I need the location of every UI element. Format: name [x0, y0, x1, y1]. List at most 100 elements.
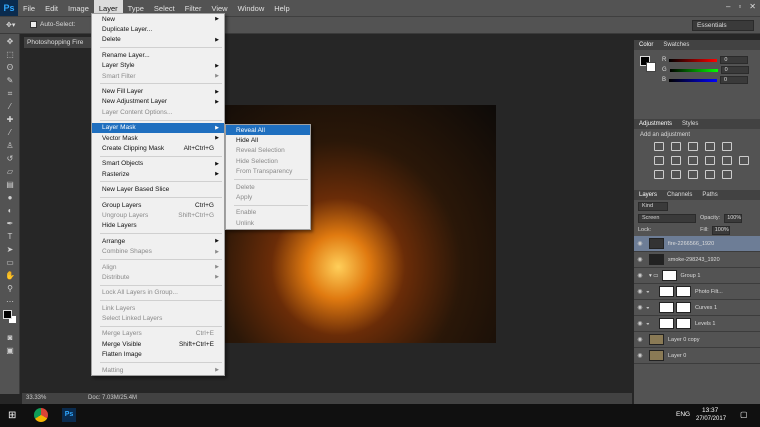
menu-item-hide-layers[interactable]: Hide Layers — [92, 221, 224, 231]
lasso-tool-icon[interactable]: ʘ — [3, 62, 17, 73]
tab-styles[interactable]: Styles — [682, 119, 698, 129]
channel-mixer-icon[interactable] — [722, 156, 732, 165]
workspace-dropdown[interactable]: Essentials — [692, 20, 754, 31]
menu-item-vector-mask[interactable]: Vector Mask ▶ — [92, 133, 224, 143]
shape-tool-icon[interactable]: ▭ — [3, 257, 17, 268]
menu-item-distribute[interactable]: Distribute ▶ — [92, 272, 224, 282]
kind-filter[interactable]: Kind — [638, 201, 668, 211]
clone-stamp-tool-icon[interactable]: ♙ — [3, 140, 17, 151]
type-tool-icon[interactable]: T — [3, 231, 17, 242]
layer-row[interactable]: ◉ Layer 0 copy — [634, 332, 760, 348]
screen-mode-icon[interactable]: ▣ — [3, 345, 17, 356]
visibility-eye-icon[interactable]: ◉ — [634, 336, 646, 343]
eraser-tool-icon[interactable]: ▱ — [3, 166, 17, 177]
move-tool-icon[interactable]: ✥ — [3, 36, 17, 47]
menu-item-apply[interactable]: Apply — [226, 192, 310, 202]
menu-item-merge-visible[interactable]: Merge Visible Shift+Ctrl+E — [92, 339, 224, 349]
visibility-eye-icon[interactable]: ◉ — [634, 288, 646, 295]
gradient-map-icon[interactable] — [705, 170, 715, 179]
menu-item-layer-content-options[interactable]: Layer Content Options... — [92, 107, 224, 117]
selective-color-icon[interactable] — [722, 170, 732, 179]
quick-mask-icon[interactable]: ◙ — [3, 332, 17, 343]
visibility-eye-icon[interactable]: ◉ — [634, 240, 646, 247]
healing-tool-icon[interactable]: ✚ — [3, 114, 17, 125]
curves-icon[interactable] — [688, 142, 698, 151]
marquee-tool-icon[interactable]: ⬚ — [3, 49, 17, 60]
layer-row[interactable]: ◉ ▾ ▭ Group 1 — [634, 268, 760, 284]
path-select-tool-icon[interactable]: ➤ — [3, 244, 17, 255]
vibrance-icon[interactable] — [722, 142, 732, 151]
tab-paths[interactable]: Paths — [702, 190, 717, 200]
layer-name[interactable]: Curves 1 — [695, 305, 717, 311]
menu-item-link-layers[interactable]: Link Layers — [92, 303, 224, 313]
menu-item-merge-layers[interactable]: Merge Layers Ctrl+E — [92, 329, 224, 339]
layer-mask-thumbnail[interactable] — [676, 286, 691, 297]
green-slider[interactable]: G0 — [662, 66, 749, 74]
eyedropper-tool-icon[interactable]: ⁄ — [3, 101, 17, 112]
menu-item-new[interactable]: New ▶ — [92, 14, 224, 24]
menu-help[interactable]: Help — [269, 0, 294, 16]
brightness-icon[interactable] — [654, 142, 664, 151]
menu-item-reveal-selection[interactable]: Reveal Selection — [226, 146, 310, 156]
menu-item-rasterize[interactable]: Rasterize ▶ — [92, 169, 224, 179]
exposure-icon[interactable] — [705, 142, 715, 151]
auto-select-checkbox[interactable] — [30, 21, 37, 28]
menu-file[interactable]: File — [18, 0, 40, 16]
hue-sat-icon[interactable] — [654, 156, 664, 165]
visibility-eye-icon[interactable]: ◉ — [634, 272, 646, 279]
photo-filter-icon[interactable] — [705, 156, 715, 165]
move-tool-icon[interactable]: ✥▾ — [6, 21, 15, 29]
visibility-eye-icon[interactable]: ◉ — [634, 320, 646, 327]
minimize-icon[interactable]: – — [726, 2, 730, 11]
opacity-field[interactable]: 100% — [724, 213, 743, 223]
menu-item-new-adjustment-layer[interactable]: New Adjustment Layer ▶ — [92, 97, 224, 107]
menu-item-select-linked-layers[interactable]: Select Linked Layers — [92, 313, 224, 323]
menu-item-group-layers[interactable]: Group Layers Ctrl+G — [92, 200, 224, 210]
menu-item-align[interactable]: Align ▶ — [92, 262, 224, 272]
red-slider[interactable]: R0 — [662, 56, 749, 64]
crop-tool-icon[interactable]: ⌗ — [3, 88, 17, 99]
photoshop-taskbar-icon[interactable]: Ps — [62, 408, 76, 422]
layer-name[interactable]: smoke-298243_1920 — [668, 257, 720, 263]
menu-window[interactable]: Window — [233, 0, 270, 16]
document-tab[interactable]: Photoshopping Fire — [24, 37, 92, 48]
hand-tool-icon[interactable]: ✋ — [3, 270, 17, 281]
menu-item-enable[interactable]: Enable — [226, 208, 310, 218]
menu-item-delete[interactable]: Delete ▶ — [92, 35, 224, 45]
menu-item-smart-objects[interactable]: Smart Objects ▶ — [92, 159, 224, 169]
tab-adjustments[interactable]: Adjustments — [639, 119, 672, 129]
dodge-tool-icon[interactable]: ◐ — [3, 205, 17, 216]
menu-item-combine-shapes[interactable]: Combine Shapes ▶ — [92, 246, 224, 256]
layer-row[interactable]: ◉ ◒ Levels 1 — [634, 316, 760, 332]
foreground-color[interactable] — [3, 310, 12, 319]
menu-item-layer-style[interactable]: Layer Style ▶ — [92, 61, 224, 71]
blend-mode-dropdown[interactable]: Screen — [638, 213, 696, 223]
tab-color[interactable]: Color — [639, 40, 653, 50]
menu-item-delete[interactable]: Delete — [226, 182, 310, 192]
layer-name[interactable]: Group 1 — [681, 273, 701, 279]
blue-slider[interactable]: B0 — [662, 76, 749, 84]
layer-mask-thumbnail[interactable] — [676, 302, 691, 313]
layer-name[interactable]: fire-2266566_1920 — [668, 241, 714, 247]
color-lookup-icon[interactable] — [739, 156, 749, 165]
menu-item-smart-filter[interactable]: Smart Filter ▶ — [92, 71, 224, 81]
maximize-icon[interactable]: ▫ — [738, 2, 741, 11]
menu-item-unlink[interactable]: Unlink — [226, 218, 310, 228]
layer-row[interactable]: ◉ Layer 0 — [634, 348, 760, 364]
menu-item-layer-mask[interactable]: Layer Mask ▶ — [92, 122, 224, 133]
layer-name[interactable]: Photo Filt... — [695, 289, 723, 295]
menu-item-hide-all[interactable]: Hide All — [226, 135, 310, 145]
menu-item-new-fill-layer[interactable]: New Fill Layer ▶ — [92, 86, 224, 96]
layer-row[interactable]: ◉ fire-2266566_1920 — [634, 236, 760, 252]
menu-item-hide-selection[interactable]: Hide Selection — [226, 156, 310, 166]
more-tools-icon[interactable]: ⋯ — [3, 296, 17, 307]
layer-row[interactable]: ◉ ◒ Curves 1 — [634, 300, 760, 316]
layer-name[interactable]: Levels 1 — [695, 321, 716, 327]
menu-item-matting[interactable]: Matting ▶ — [92, 365, 224, 375]
posterize-icon[interactable] — [671, 170, 681, 179]
layer-name[interactable]: Layer 0 — [668, 353, 686, 359]
bw-icon[interactable] — [688, 156, 698, 165]
blur-tool-icon[interactable]: ● — [3, 192, 17, 203]
menu-item-rename-layer[interactable]: Rename Layer... — [92, 50, 224, 60]
layer-row[interactable]: ◉ ◒ Photo Filt... — [634, 284, 760, 300]
